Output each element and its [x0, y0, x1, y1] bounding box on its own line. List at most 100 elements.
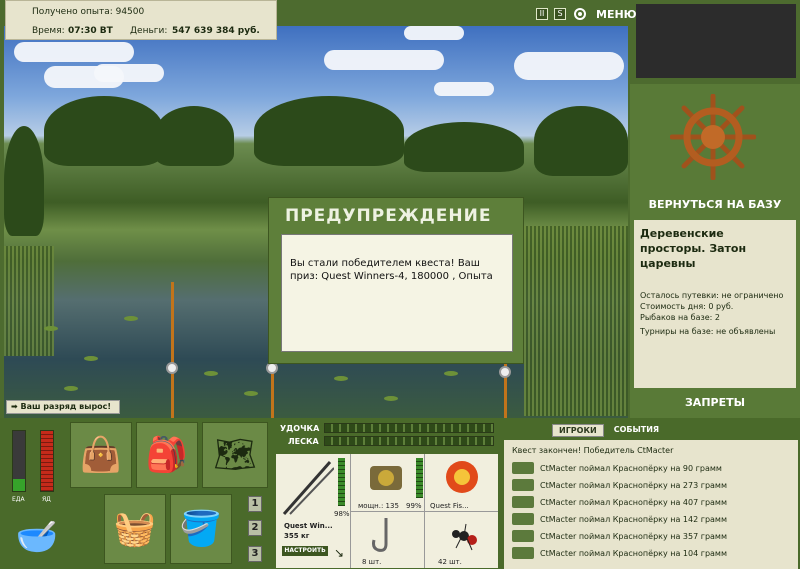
page-button-1[interactable]: 1	[248, 496, 262, 512]
pause-icon[interactable]: II	[536, 8, 548, 20]
tab-players[interactable]: ИГРОКИ	[552, 424, 604, 437]
lily-pad	[124, 316, 138, 321]
rod-weight: 355 кг	[284, 532, 310, 540]
rod-icon[interactable]	[280, 458, 334, 518]
stat-line: Осталось путевки: не ограничено	[640, 291, 784, 300]
cloud	[434, 82, 494, 96]
base-panel: ВЕРНУТЬСЯ НА БАЗУ Деревенские просторы. …	[630, 84, 800, 418]
ant-bait-icon[interactable]	[444, 516, 482, 556]
hook-icon[interactable]	[368, 516, 404, 556]
tree	[404, 122, 524, 172]
list-item: CtMacter поймал Краснопёрку на 90 грамм	[512, 462, 722, 474]
bucket-slot[interactable]: 🪣	[170, 494, 232, 564]
rod-name: Quest Win...	[284, 522, 333, 530]
lily-pad	[334, 376, 348, 381]
reeds	[524, 226, 628, 416]
fish-icon	[512, 530, 534, 542]
tree	[254, 96, 404, 166]
fish-icon	[512, 496, 534, 508]
cloud	[404, 26, 464, 40]
bucket-icon: 🪣	[179, 509, 223, 549]
tab-events[interactable]: СОБЫТИЯ	[608, 424, 665, 437]
experience-text: Получено опыта: 94500	[32, 7, 145, 17]
list-item: CtMacter поймал Краснопёрку на 104 грамм	[512, 547, 727, 559]
quest-result-line: Квест закончен! Победитель CtMacter	[512, 446, 674, 455]
dialog-title: ПРЕДУПРЕЖДЕНИЕ	[285, 206, 492, 226]
warning-dialog[interactable]: ПРЕДУПРЕЖДЕНИЕ Вы стали победителем квес…	[268, 197, 524, 364]
rod-reel[interactable]	[499, 366, 511, 378]
lily-pad	[64, 386, 78, 391]
reel-icon[interactable]	[366, 460, 406, 496]
ship-wheel-icon	[670, 94, 756, 180]
hooks-count: 8 шт.	[362, 558, 382, 566]
map-slot[interactable]: 🗺	[202, 422, 268, 488]
rod-label: УДОЧКА	[280, 424, 320, 433]
lily-pad	[44, 326, 58, 331]
events-list: Квест закончен! Победитель CtMacter CtMa…	[504, 440, 798, 569]
line-name: Quest Fis...	[430, 502, 469, 510]
cauldron-slot[interactable]: 🥣	[8, 508, 66, 566]
tackle-panel: УДОЧКА ЛЕСКА 98% Quest Win... 355 кг НАС…	[274, 418, 500, 569]
list-item: CtMacter поймал Краснопёрку на 142 грамм	[512, 513, 727, 525]
arrow-down-right-icon[interactable]: ↘	[334, 546, 344, 560]
events-tabs: ИГРОКИ СОБЫТИЯ	[552, 424, 665, 437]
divider	[350, 511, 498, 512]
dialog-message: Вы стали победителем квеста! Ваш приз: Q…	[281, 234, 513, 352]
rod-durability-bar	[338, 458, 345, 506]
stat-line: Рыбаков на базе: 2	[640, 313, 720, 322]
return-to-base-button[interactable]: ВЕРНУТЬСЯ НА БАЗУ	[630, 198, 800, 211]
tree	[4, 126, 44, 236]
player-info-panel: Получено опыта: 94500 Время: 07:30 ВТ Де…	[5, 0, 277, 40]
time-label: Время:	[32, 26, 65, 36]
base-info-box: Деревенские просторы. Затон царевны Оста…	[634, 220, 796, 388]
reel-info: мощн.: 135	[358, 502, 399, 510]
fishing-rod[interactable]	[171, 282, 174, 418]
setup-button[interactable]: НАСТРОИТЬ	[282, 546, 328, 556]
money-value: 547 639 384 руб.	[172, 26, 260, 36]
line-spool-icon[interactable]	[442, 458, 482, 496]
sound-icon[interactable]: S	[554, 8, 566, 20]
rank-up-notice[interactable]: ➡ Ваш разряд вырос!	[6, 400, 120, 414]
cloud	[514, 52, 624, 80]
bans-button[interactable]: ЗАПРЕТЫ	[630, 396, 800, 409]
list-item: CtMacter поймал Краснопёрку на 407 грамм	[512, 496, 727, 508]
page-button-3[interactable]: 3	[248, 546, 262, 562]
reel-percent: 99%	[406, 502, 422, 510]
tree	[154, 106, 234, 166]
lily-pad	[244, 391, 258, 396]
minimap-area	[636, 4, 796, 78]
events-panel: ИГРОКИ СОБЫТИЯ Квест закончен! Победител…	[502, 418, 800, 569]
sack-icon: 🎒	[145, 435, 189, 475]
lily-pad	[84, 356, 98, 361]
poison-meter-fill	[41, 431, 53, 491]
time-value: 07:30 ВТ	[68, 26, 113, 36]
lily-pad	[204, 371, 218, 376]
fish-icon	[512, 462, 534, 474]
menu-button[interactable]: МЕНЮ	[596, 8, 637, 21]
page-button-2[interactable]: 2	[248, 520, 262, 536]
bag-slot[interactable]: 👜	[70, 422, 132, 488]
cloud	[324, 50, 444, 70]
gear-icon[interactable]	[572, 6, 588, 22]
rod-percent: 98%	[334, 510, 350, 518]
poison-label: ЯД	[42, 496, 51, 503]
food-meter	[12, 430, 26, 492]
line-tension-bar	[324, 436, 494, 446]
fish-icon	[512, 513, 534, 525]
reel-durability-bar	[416, 458, 423, 498]
fish-icon	[512, 547, 534, 559]
rod-reel[interactable]	[166, 362, 178, 374]
rank-up-text: Ваш разряд вырос!	[20, 402, 112, 411]
vegetables-slot[interactable]: 🧺	[104, 494, 166, 564]
tree	[44, 96, 164, 166]
sack-slot[interactable]: 🎒	[136, 422, 198, 488]
basket-icon: 🧺	[113, 509, 157, 549]
bottom-panel: ЕДА ЯД 🥣 👜 🎒 🗺 🧺 🪣 1 2 3 УДОЧКА ЛЕСКА 98…	[0, 418, 800, 569]
lily-pad	[444, 371, 458, 376]
tree	[534, 106, 628, 176]
money-label: Деньги:	[130, 26, 168, 36]
stat-line: Стоимость дня: 0 руб.	[640, 302, 734, 311]
poison-meter	[40, 430, 54, 492]
food-meter-fill	[13, 479, 25, 491]
stat-line: Турниры на базе: не объявлены	[640, 327, 776, 336]
